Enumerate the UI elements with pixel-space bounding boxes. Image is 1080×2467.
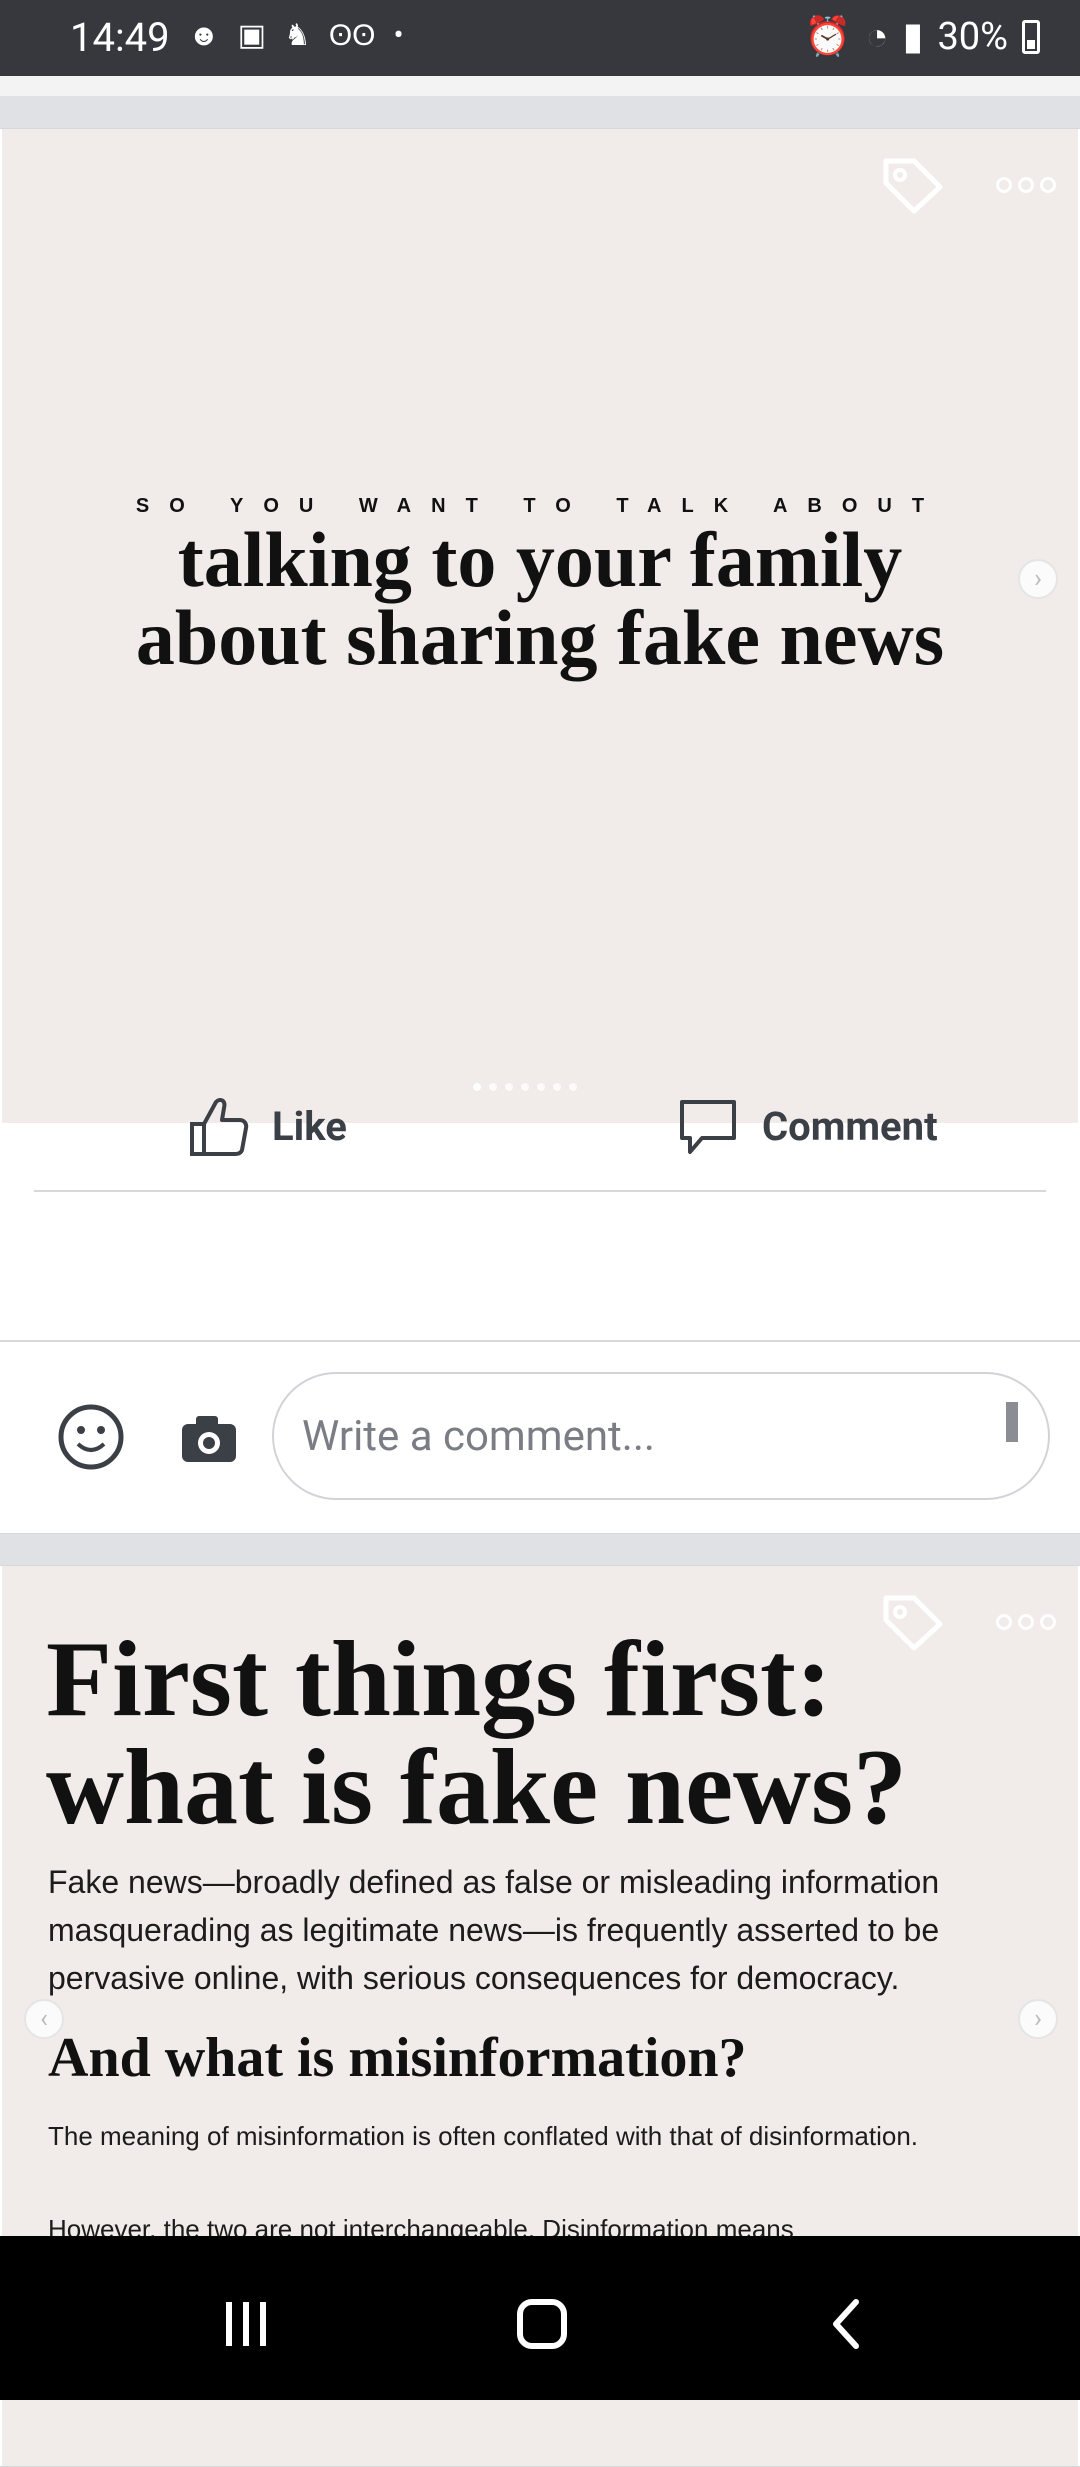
top-strip bbox=[0, 76, 1080, 96]
post2-title-line2: what is fake news? bbox=[46, 1728, 908, 1847]
emoji-icon[interactable] bbox=[56, 1402, 126, 1472]
post-image-1[interactable]: › SO YOU WANT TO TALK ABOUT talking to y… bbox=[2, 129, 1078, 1123]
wifi-icon: ◔ bbox=[865, 14, 889, 59]
carousel-next-button[interactable]: › bbox=[1018, 1999, 1058, 2039]
comment-label: Comment bbox=[762, 1102, 938, 1150]
post-kicker: SO YOU WANT TO TALK ABOUT bbox=[135, 495, 945, 517]
carousel-dot bbox=[473, 1083, 481, 1091]
tag-icon[interactable] bbox=[878, 153, 948, 215]
alarm-icon: ⏰ bbox=[804, 14, 852, 59]
comment-input[interactable]: Write a comment... bbox=[272, 1372, 1050, 1500]
headline-line2: about sharing fake news bbox=[135, 594, 945, 681]
input-cursor bbox=[1006, 1402, 1018, 1442]
post2-subheading: And what is misinformation? bbox=[48, 2027, 747, 2089]
composer-divider bbox=[0, 1340, 1080, 1342]
voicemail-icon: ʘʘ bbox=[328, 18, 376, 53]
home-icon[interactable] bbox=[510, 2292, 574, 2356]
post2-body2: The meaning of misinformation is often c… bbox=[48, 2121, 918, 2151]
headline-line1: talking to your family bbox=[177, 516, 903, 603]
carousel-dot bbox=[553, 1083, 561, 1091]
comment-button[interactable]: Comment bbox=[676, 1094, 938, 1158]
carousel-dots bbox=[473, 1083, 577, 1091]
carousel-dot bbox=[489, 1083, 497, 1091]
post-card-1: › SO YOU WANT TO TALK ABOUT talking to y… bbox=[0, 128, 1080, 1534]
actions-divider bbox=[34, 1190, 1046, 1192]
post-headline: talking to your family about sharing fak… bbox=[2, 521, 1078, 677]
status-time: 14:49 bbox=[70, 14, 170, 61]
signal-icon: ▮ bbox=[902, 15, 924, 59]
thumbs-up-icon bbox=[190, 1098, 249, 1156]
evernote-icon: ♞ bbox=[283, 18, 311, 53]
carousel-dot bbox=[521, 1083, 529, 1091]
more-icon[interactable] bbox=[996, 1614, 1056, 1630]
camera-icon[interactable] bbox=[178, 1410, 240, 1468]
battery-percent: 30% bbox=[937, 14, 1008, 59]
recent-apps-icon[interactable] bbox=[214, 2292, 278, 2356]
post2-title-line1: First things first: bbox=[46, 1620, 832, 1739]
like-button[interactable]: Like bbox=[186, 1094, 347, 1158]
screenshot-icon: ▣ bbox=[237, 18, 266, 53]
status-icons-left: ☻ ▣ ♞ ʘʘ • bbox=[188, 18, 404, 53]
account-icon: ☻ bbox=[188, 18, 220, 53]
status-right: ⏰ ◔ ▮ 30% bbox=[804, 14, 1040, 59]
comment-placeholder: Write a comment... bbox=[302, 1411, 656, 1461]
post2-title: First things first: what is fake news? bbox=[46, 1626, 907, 1842]
more-icon[interactable] bbox=[996, 177, 1056, 193]
carousel-dot bbox=[505, 1083, 513, 1091]
back-icon[interactable] bbox=[816, 2292, 880, 2356]
like-label: Like bbox=[272, 1102, 347, 1150]
post2-body: Fake news—broadly defined as false or mi… bbox=[48, 1864, 940, 1996]
battery-icon bbox=[1022, 19, 1040, 54]
comment-icon bbox=[680, 1100, 736, 1154]
carousel-dot bbox=[569, 1083, 577, 1091]
system-nav-bar bbox=[0, 2236, 1080, 2400]
notification-dot-icon: • bbox=[393, 18, 404, 53]
status-bar: 14:49 ☻ ▣ ♞ ʘʘ • ⏰ ◔ ▮ 30% bbox=[0, 0, 1080, 76]
carousel-dot bbox=[537, 1083, 545, 1091]
